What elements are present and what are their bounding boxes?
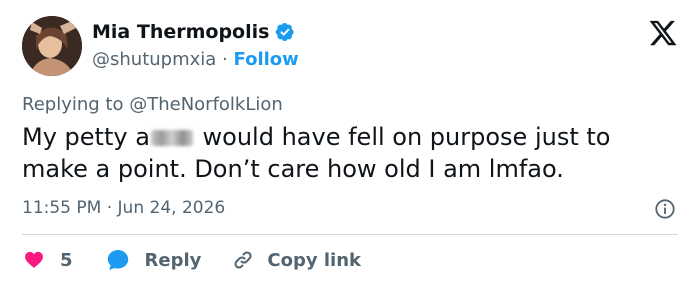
tweet-date: Jun 24, 2026 <box>117 198 226 218</box>
censor-blur <box>150 130 193 146</box>
verified-badge-icon <box>276 23 295 41</box>
reply-bubble-icon <box>107 250 128 270</box>
copy-link-button[interactable]: Copy link <box>231 248 361 272</box>
heart-icon <box>25 251 43 268</box>
author-avatar[interactable] <box>22 16 82 76</box>
tweet-timestamp[interactable]: 11:55 PM · Jun 24, 2026 <box>22 196 225 220</box>
author-name[interactable]: Mia Thermopolis <box>92 20 269 44</box>
reply-button[interactable]: Reply <box>105 247 202 273</box>
tweet-time: 11:55 PM <box>22 198 102 218</box>
divider <box>22 234 678 235</box>
follow-button[interactable]: Follow <box>234 49 299 70</box>
handle-separator: · <box>222 49 228 70</box>
avatar-image <box>22 16 82 76</box>
tweet-text: My petty a would have fell on purpose ju… <box>22 121 662 185</box>
action-bar: 5 Reply Copy link <box>22 246 361 274</box>
replying-mention-link[interactable]: @TheNorfolkLion <box>129 94 283 115</box>
like-button[interactable]: 5 <box>22 248 73 272</box>
replying-prefix: Replying to <box>22 94 124 115</box>
author-handle-row: @shutupmxia · Follow <box>92 48 299 72</box>
info-icon[interactable] <box>654 198 676 220</box>
x-logo-icon[interactable] <box>648 18 678 48</box>
copy-link-label: Copy link <box>267 249 361 271</box>
tweet-text-part-1: My petty a <box>22 123 150 151</box>
reply-label: Reply <box>144 249 202 271</box>
link-icon <box>234 251 252 269</box>
author-name-row: Mia Thermopolis <box>92 20 295 44</box>
replying-to-line: Replying to @TheNorfolkLion <box>22 93 283 117</box>
author-handle[interactable]: @shutupmxia <box>92 49 216 70</box>
timestamp-separator: · <box>106 198 113 218</box>
like-count: 5 <box>60 249 73 271</box>
